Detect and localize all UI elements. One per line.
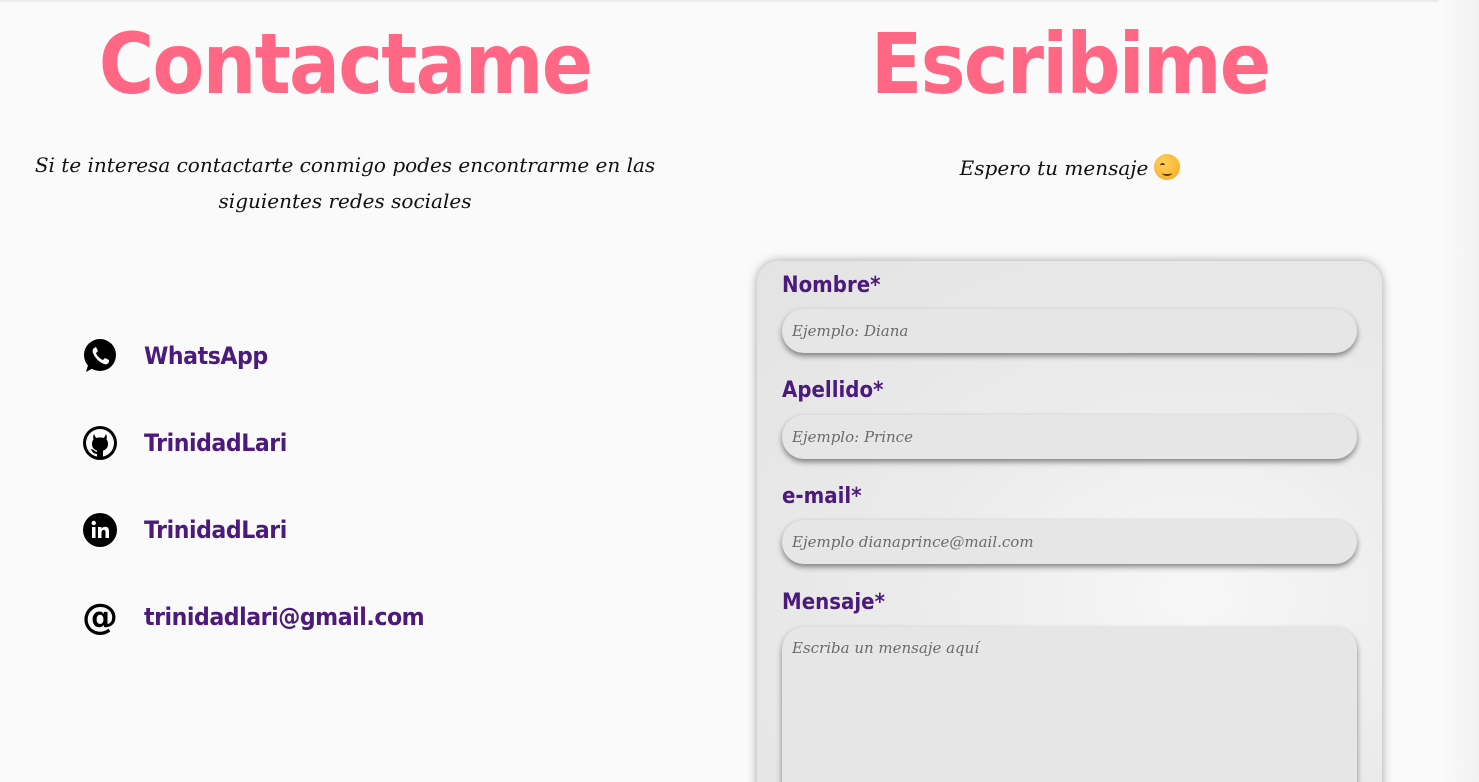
contact-links: WhatsApp TrinidadLari TrinidadLari @ tri… — [80, 335, 449, 683]
contact-link-label: TrinidadLari — [144, 516, 287, 544]
contact-page: Contactame Si te interesa contactarte co… — [0, 0, 1479, 782]
contact-title: Contactame — [98, 15, 593, 113]
scroll-gutter — [1439, 0, 1479, 782]
message-textarea[interactable] — [782, 627, 1357, 782]
last-name-label: Apellido* — [782, 378, 884, 403]
svg-text:@: @ — [82, 598, 118, 636]
contact-description: Si te interesa contactarte conmigo podes… — [34, 153, 656, 213]
first-name-input[interactable] — [782, 309, 1357, 353]
write-subtitle: Espero tu mensaje — [760, 150, 1380, 186]
write-title: Escribime — [870, 15, 1271, 113]
linkedin-icon — [80, 510, 120, 550]
contact-link-label: trinidadlari@gmail.com — [144, 603, 425, 631]
message-form: Nombre* Apellido* e-mail* Mensaje* — [757, 261, 1382, 782]
contact-link-label: TrinidadLari — [144, 429, 287, 457]
github-icon — [80, 423, 120, 463]
winking-face-emoji — [1154, 154, 1181, 180]
first-name-label: Nombre* — [782, 273, 881, 298]
at-sign-icon: @ — [80, 597, 120, 637]
email-input[interactable] — [782, 520, 1357, 564]
contact-link-email[interactable]: @ trinidadlari@gmail.com — [80, 596, 449, 638]
message-label: Mensaje* — [782, 590, 885, 615]
contact-link-label: WhatsApp — [144, 342, 268, 370]
top-divider — [0, 0, 1479, 3]
contact-link-linkedin[interactable]: TrinidadLari — [80, 509, 449, 551]
write-subtitle-text: Espero tu mensaje — [959, 156, 1149, 180]
contact-link-whatsapp[interactable]: WhatsApp — [80, 335, 449, 377]
whatsapp-icon — [80, 336, 120, 376]
email-label: e-mail* — [782, 484, 862, 509]
contact-link-github[interactable]: TrinidadLari — [80, 422, 449, 464]
last-name-input[interactable] — [782, 415, 1357, 459]
